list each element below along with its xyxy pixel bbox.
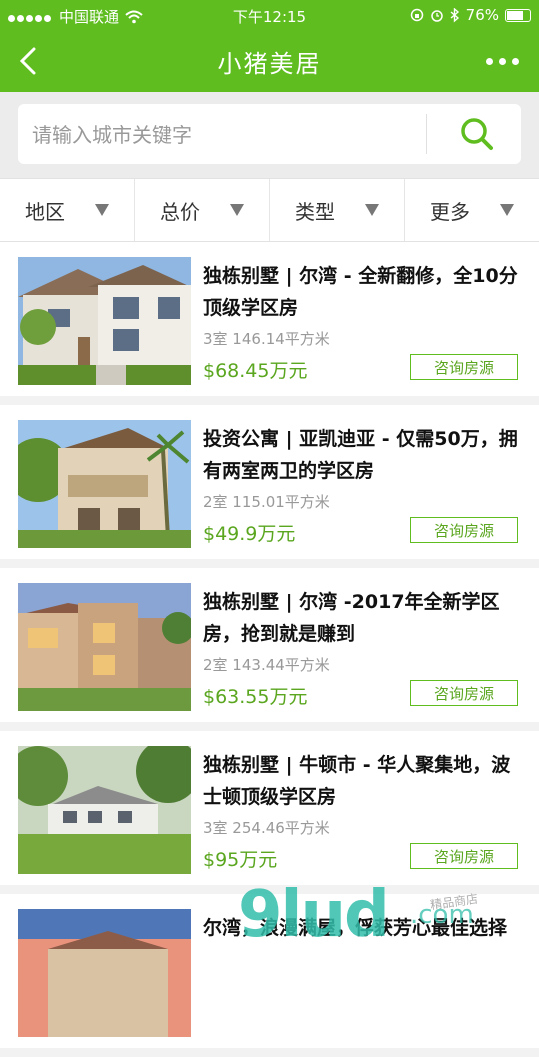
filter-label: 更多 (430, 199, 470, 224)
alarm-icon (430, 10, 443, 22)
search-divider (426, 114, 427, 154)
filter-region[interactable]: 地区 (0, 179, 135, 241)
consult-button[interactable]: 咨询房源 (410, 843, 518, 869)
battery-percent: 76% (465, 6, 499, 24)
listing-item[interactable]: 投资公寓 | 亚凯迪亚 - 仅需50万，拥有两室两卫的学区房 2室 115.01… (0, 405, 539, 559)
listing-item[interactable]: 独栋别墅 | 尔湾 - 全新翻修，全10分顶级学区房 3室 146.14平方米 … (0, 242, 539, 396)
search-icon[interactable] (446, 112, 506, 156)
consult-button[interactable]: 咨询房源 (410, 354, 518, 380)
listing-photo (18, 257, 191, 385)
listing-photo (18, 420, 191, 548)
listing-item[interactable]: 独栋别墅 | 尔湾 -2017年全新学区房，抢到就是赚到 2室 143.44平方… (0, 568, 539, 722)
listing-photo (18, 746, 191, 874)
navbar: 小猪美居 (0, 30, 539, 92)
battery-icon (505, 8, 531, 22)
consult-button[interactable]: 咨询房源 (410, 517, 518, 543)
listing-meta: 2室 143.44平方米 (203, 656, 330, 674)
listing-price: $49.9万元 (203, 523, 296, 545)
app-header: 中国联通 下午12:15 76% 小猪美居 (0, 0, 539, 92)
filter-total-price[interactable]: 总价 (135, 179, 270, 241)
listing-meta: 3室 254.46平方米 (203, 819, 330, 837)
listing-title: 投资公寓 | 亚凯迪亚 - 仅需50万，拥有两室两卫的学区房 (203, 428, 518, 482)
filter-type[interactable]: 类型 (270, 179, 405, 241)
lock-rotation-icon (410, 8, 423, 22)
listing-price: $95万元 (203, 849, 278, 871)
status-bar: 中国联通 下午12:15 76% (0, 0, 539, 30)
dropdown-arrow-icon (500, 204, 514, 216)
filter-more[interactable]: 更多 (405, 179, 539, 241)
listing-price: $63.55万元 (203, 686, 308, 708)
filter-label: 类型 (295, 199, 335, 224)
listing-title: 独栋别墅 | 尔湾 -2017年全新学区房，抢到就是赚到 (203, 591, 500, 645)
listing-meta: 3室 146.14平方米 (203, 330, 330, 348)
dropdown-arrow-icon (230, 204, 244, 216)
listing-title: 独栋别墅 | 牛顿市 - 华人聚集地，波士顿顶级学区房 (203, 754, 511, 808)
listing-photo (18, 583, 191, 711)
city-search-input[interactable] (30, 104, 414, 166)
dropdown-arrow-icon (95, 204, 109, 216)
more-options-icon[interactable] (486, 58, 519, 65)
search-box (18, 104, 521, 166)
listing-title: 独栋别墅 | 尔湾 - 全新翻修，全10分顶级学区房 (203, 265, 518, 319)
search-area (0, 92, 539, 178)
watermark-logo: 9lud (238, 878, 390, 952)
bluetooth-icon (450, 7, 459, 23)
consult-button[interactable]: 咨询房源 (410, 680, 518, 706)
listing-price: $68.45万元 (203, 360, 308, 382)
filter-label: 地区 (25, 199, 65, 224)
page-title: 小猪美居 (217, 50, 322, 78)
filter-label: 总价 (160, 199, 200, 224)
listing-meta: 2室 115.01平方米 (203, 493, 330, 511)
listing-item[interactable]: 独栋别墅 | 牛顿市 - 华人聚集地，波士顿顶级学区房 3室 254.46平方米… (0, 731, 539, 885)
dropdown-arrow-icon (365, 204, 379, 216)
listing-photo (18, 909, 191, 1037)
filter-bar: 地区 总价 类型 更多 (0, 178, 539, 242)
